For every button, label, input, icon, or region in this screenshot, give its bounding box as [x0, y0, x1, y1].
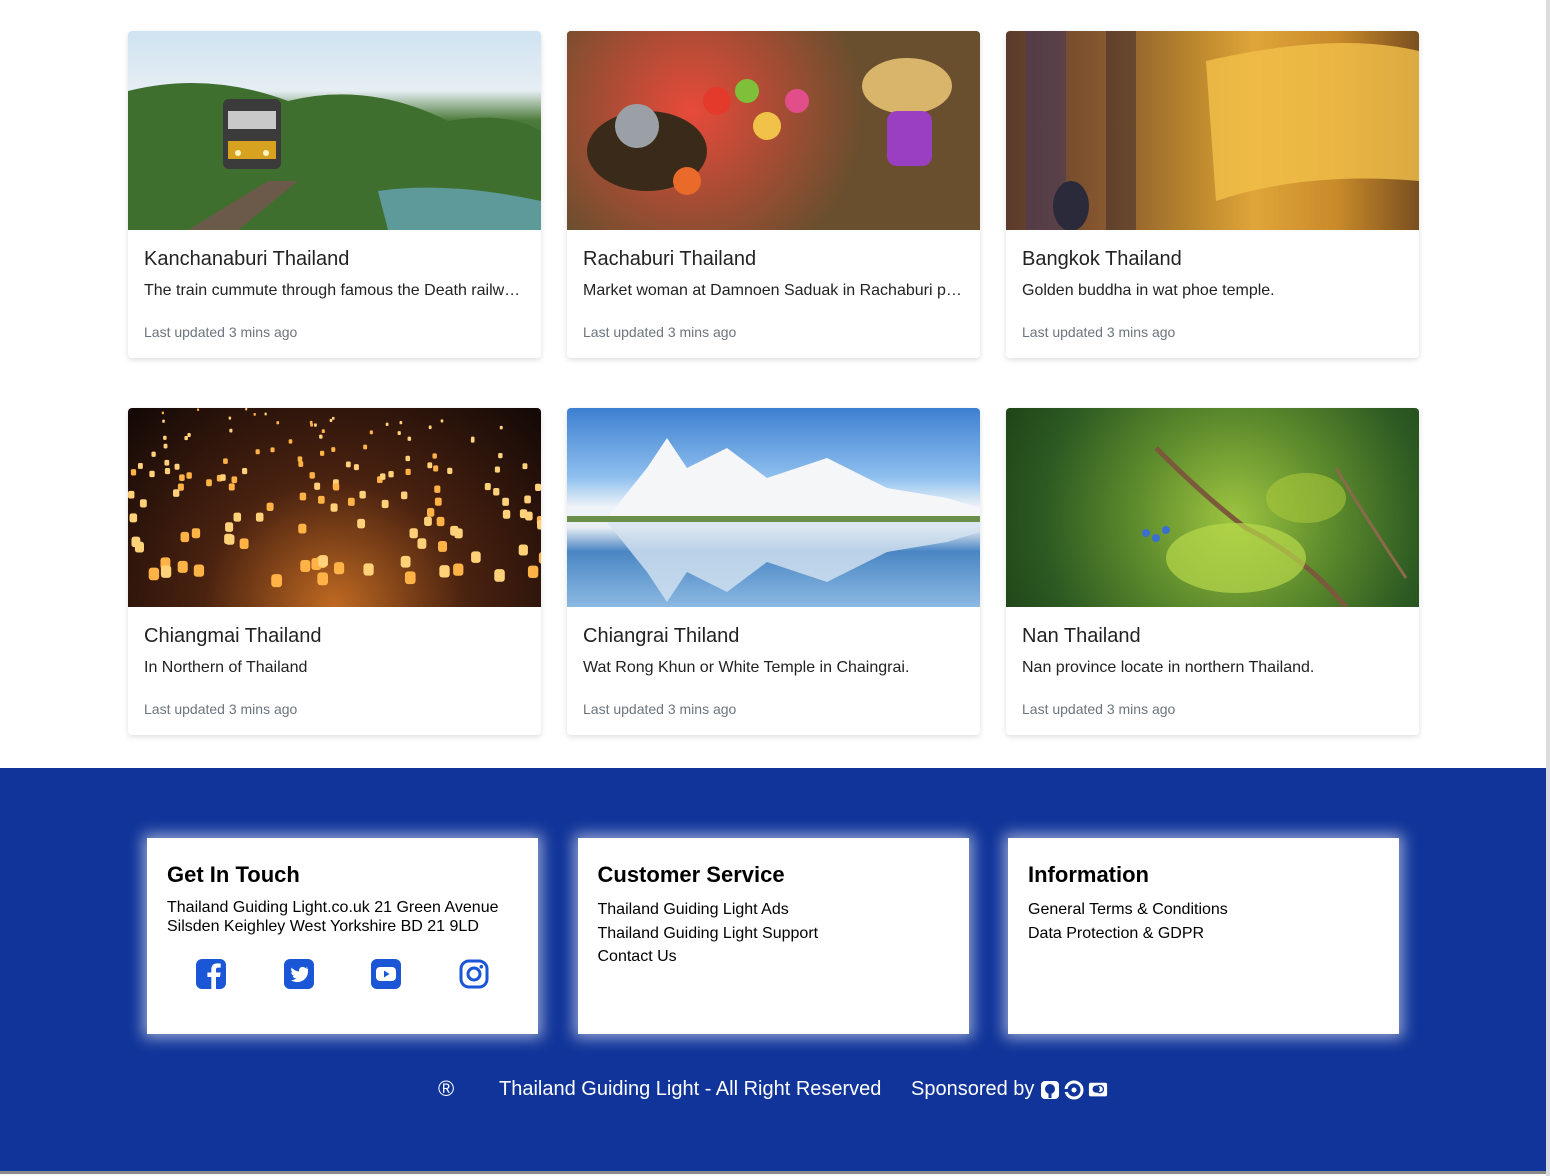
get-in-touch-box: Get In Touch Thailand Guiding Light.co.u… — [147, 838, 538, 1034]
card-updated: Last updated 3 mins ago — [583, 324, 737, 340]
get-in-touch-title: Get In Touch — [167, 862, 300, 887]
card-text: Golden buddha in wat phoe temple. — [1022, 282, 1275, 299]
registered-icon: ® — [438, 1076, 455, 1101]
card-text: Wat Rong Khun or White Temple in Chaingr… — [583, 659, 910, 676]
card-title: Chiangmai Thailand — [144, 625, 322, 647]
card-rachaburi[interactable]: Rachaburi Thailand Market woman at Damno… — [567, 31, 980, 358]
footer-boxes: Get In Touch Thailand Guiding Light.co.u… — [147, 838, 1399, 1034]
youtube-icon[interactable] — [370, 958, 402, 990]
card-updated: Last updated 3 mins ago — [1022, 701, 1176, 717]
golden-buddha-image — [1006, 31, 1419, 230]
floating-market-image — [567, 31, 980, 230]
sponsor: Sponsored by — [911, 1078, 1112, 1101]
card-text: In Northern of Thailand — [144, 659, 308, 676]
white-temple-image — [567, 408, 980, 607]
window-edge — [1546, 0, 1550, 1176]
footer-bottom: ® Thailand Guiding Light - All Right Res… — [0, 1076, 1546, 1106]
card-updated: Last updated 3 mins ago — [144, 701, 298, 717]
rice-fields-image — [1006, 408, 1419, 607]
contact-us-link[interactable]: Contact Us — [598, 945, 949, 969]
copyright-text: Thailand Guiding Light - All Right Reser… — [499, 1078, 882, 1100]
sponsor-icons — [1040, 1080, 1112, 1100]
card-row: Kanchanaburi Thailand The train cummute … — [128, 31, 1419, 358]
gdpr-link[interactable]: Data Protection & GDPR — [1028, 922, 1379, 946]
twitter-icon[interactable] — [283, 958, 315, 990]
card-title: Chiangrai Thiland — [583, 625, 740, 647]
information-box: Information General Terms & Conditions D… — [1008, 838, 1399, 1034]
address-line-1: Thailand Guiding Light.co.uk 21 Green Av… — [167, 899, 499, 916]
card-nan[interactable]: Nan Thailand Nan province locate in nort… — [1006, 408, 1419, 735]
social-links — [167, 958, 518, 990]
footer: Get In Touch Thailand Guiding Light.co.u… — [0, 768, 1546, 1174]
terms-link[interactable]: General Terms & Conditions — [1028, 898, 1379, 922]
card-chiangmai[interactable]: Chiangmai Thailand In Northern of Thaila… — [128, 408, 541, 735]
destination-cards: Kanchanaburi Thailand The train cummute … — [128, 31, 1419, 785]
card-bangkok[interactable]: Bangkok Thailand Golden buddha in wat ph… — [1006, 31, 1419, 358]
card-text: The train cummute through famous the Dea… — [144, 282, 525, 299]
card-kanchanaburi[interactable]: Kanchanaburi Thailand The train cummute … — [128, 31, 541, 358]
card-title: Kanchanaburi Thailand — [144, 248, 350, 270]
address-line-2: Silsden Keighley West Yorkshire BD 21 9L… — [167, 918, 479, 935]
sponsored-by-text: Sponsored by — [911, 1078, 1035, 1100]
github-icon[interactable] — [1040, 1080, 1060, 1100]
card-title: Nan Thailand — [1022, 625, 1141, 647]
facebook-icon[interactable] — [195, 958, 227, 990]
customer-service-box: Customer Service Thailand Guiding Light … — [577, 838, 969, 1034]
card-title: Bangkok Thailand — [1022, 248, 1182, 270]
card-title: Rachaburi Thailand — [583, 248, 757, 270]
information-title: Information — [1028, 862, 1149, 887]
card-updated: Last updated 3 mins ago — [1022, 324, 1176, 340]
floating-lanterns-image — [128, 408, 541, 607]
card-chiangrai[interactable]: Chiangrai Thiland Wat Rong Khun or White… — [567, 408, 980, 735]
card-text: Nan province locate in northern Thailand… — [1022, 659, 1315, 676]
card-text: Market woman at Damnoen Saduak in Rachab… — [583, 282, 964, 299]
card-updated: Last updated 3 mins ago — [583, 701, 737, 717]
instagram-icon[interactable] — [458, 958, 490, 990]
train-on-death-railway-image — [128, 31, 541, 230]
mastercard-icon[interactable] — [1088, 1080, 1108, 1100]
circleci-icon[interactable] — [1064, 1080, 1084, 1100]
customer-service-title: Customer Service — [597, 862, 785, 887]
bottom-border — [0, 1171, 1546, 1174]
support-link[interactable]: Thailand Guiding Light Support — [598, 922, 949, 946]
ads-link[interactable]: Thailand Guiding Light Ads — [598, 898, 949, 922]
card-updated: Last updated 3 mins ago — [144, 324, 298, 340]
card-row: Chiangmai Thailand In Northern of Thaila… — [128, 408, 1419, 735]
